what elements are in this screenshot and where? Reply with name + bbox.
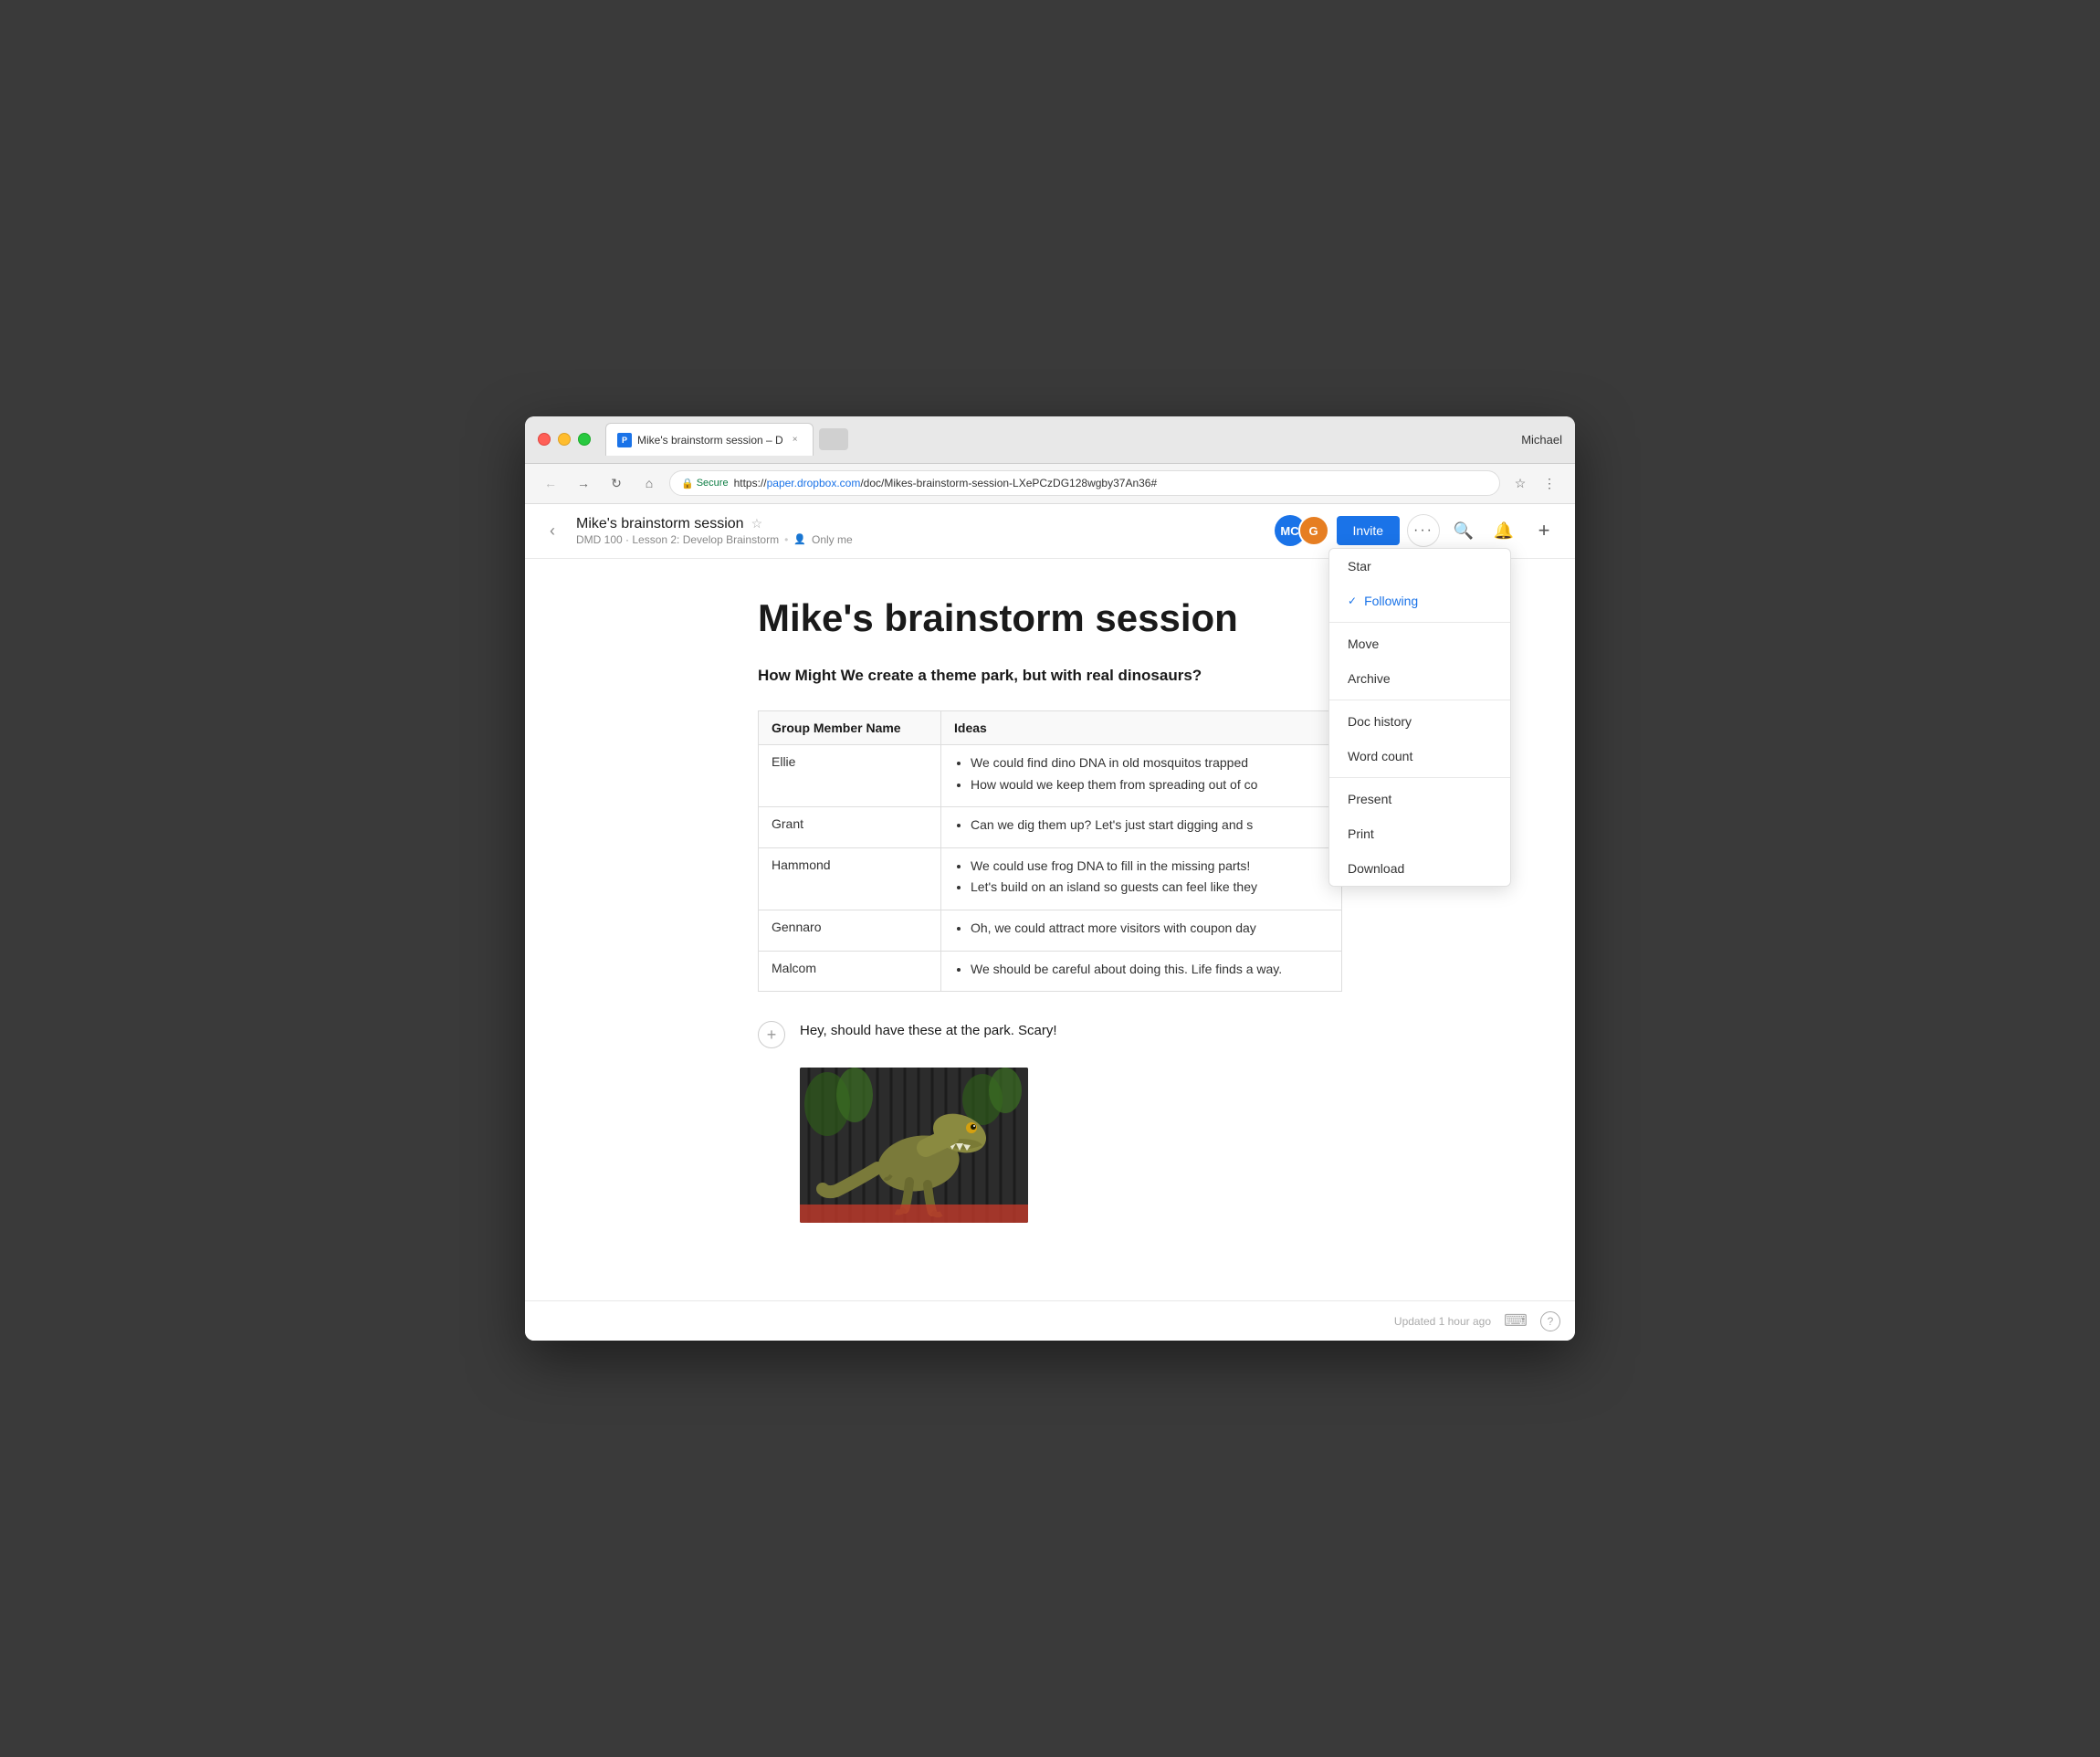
close-button[interactable] (538, 433, 551, 446)
help-icon[interactable]: ? (1540, 1311, 1560, 1331)
bookmark-button[interactable]: ☆ (1507, 470, 1533, 496)
updated-text: Updated 1 hour ago (1394, 1315, 1491, 1328)
nav-actions: ☆ ⋮ (1507, 470, 1562, 496)
visibility-icon: 👤 (793, 533, 806, 545)
col-header-ideas: Ideas (941, 711, 1342, 745)
menu-item-move[interactable]: Move (1329, 626, 1510, 661)
address-bar[interactable]: 🔒 Secure https://paper.dropbox.com/doc/M… (669, 470, 1500, 496)
menu-item-star[interactable]: Star (1329, 549, 1510, 584)
menu-item-present[interactable]: Present (1329, 782, 1510, 816)
menu-item-move-label: Move (1348, 637, 1379, 651)
doc-subtitle: DMD 100 · Lesson 2: Develop Brainstorm •… (576, 533, 853, 546)
ideas-ellie: We could find dino DNA in old mosquitos … (941, 745, 1342, 807)
content-inner: Mike's brainstorm session How Might We c… (703, 559, 1397, 1301)
refresh-button[interactable]: ↻ (604, 470, 629, 496)
menu-button[interactable]: ⋮ (1537, 470, 1562, 496)
app-header: ‹ Mike's brainstorm session ☆ DMD 100 · … (525, 504, 1575, 559)
menu-item-doc-history[interactable]: Doc history (1329, 704, 1510, 739)
member-name-malcom: Malcom (759, 951, 941, 992)
back-button[interactable]: ← (538, 470, 563, 496)
menu-divider-3 (1329, 777, 1510, 778)
lock-icon: 🔒 (681, 478, 694, 489)
ideas-gennaro: Oh, we could attract more visitors with … (941, 910, 1342, 952)
menu-item-print-label: Print (1348, 826, 1374, 841)
menu-item-word-count-label: Word count (1348, 749, 1412, 763)
new-tab-button[interactable] (819, 428, 848, 450)
doc-title-row: Mike's brainstorm session ☆ (576, 516, 853, 532)
section-question: How Might We create a theme park, but wi… (758, 667, 1342, 685)
document-title: Mike's brainstorm session (758, 595, 1342, 641)
header-actions: MC G Invite ··· 🔍 🔔 + (1275, 514, 1560, 547)
menu-item-following-label: Following (1364, 594, 1418, 608)
breadcrumb: DMD 100 · Lesson 2: Develop Brainstorm (576, 533, 779, 546)
table-row: Grant Can we dig them up? Let's just sta… (759, 807, 1342, 848)
visibility-label: Only me (812, 533, 853, 546)
table-row: Gennaro Oh, we could attract more visito… (759, 910, 1342, 952)
dino-image (800, 1068, 1028, 1223)
menu-item-present-label: Present (1348, 792, 1391, 806)
table-row: Hammond We could use frog DNA to fill in… (759, 847, 1342, 910)
forward-button[interactable]: → (571, 470, 596, 496)
nav-back-button[interactable]: ‹ (540, 518, 565, 543)
avatars-group: MC G (1275, 515, 1329, 546)
maximize-button[interactable] (578, 433, 591, 446)
member-name-ellie: Ellie (759, 745, 941, 807)
avatar-g[interactable]: G (1298, 515, 1329, 546)
keyboard-icon[interactable]: ⌨ (1504, 1311, 1528, 1331)
after-table-section: + Hey, should have these at the park. Sc… (758, 1017, 1342, 1053)
doc-title: Mike's brainstorm session (576, 516, 744, 532)
invite-button[interactable]: Invite (1337, 516, 1400, 545)
tab-favicon: P (617, 433, 632, 447)
menu-item-archive[interactable]: Archive (1329, 661, 1510, 696)
add-button[interactable]: + (1528, 514, 1560, 547)
ideas-hammond: We could use frog DNA to fill in the mis… (941, 847, 1342, 910)
ideas-table: Group Member Name Ideas Ellie We could f… (758, 710, 1342, 992)
nav-bar: ← → ↻ ⌂ 🔒 Secure https://paper.dropbox.c… (525, 464, 1575, 504)
tab-title: Mike's brainstorm session – D (637, 434, 783, 447)
menu-item-star-label: Star (1348, 559, 1371, 573)
menu-divider-1 (1329, 622, 1510, 623)
title-bar: P Mike's brainstorm session – D × Michae… (525, 416, 1575, 464)
col-header-name: Group Member Name (759, 711, 941, 745)
browser-window: P Mike's brainstorm session – D × Michae… (525, 416, 1575, 1341)
dino-image-container (800, 1068, 1342, 1227)
notifications-button[interactable]: 🔔 (1487, 514, 1520, 547)
menu-item-archive-label: Archive (1348, 671, 1391, 686)
search-button[interactable]: 🔍 (1447, 514, 1480, 547)
table-header: Group Member Name Ideas (759, 711, 1342, 745)
menu-item-download-label: Download (1348, 861, 1404, 876)
member-name-hammond: Hammond (759, 847, 941, 910)
status-bar: Updated 1 hour ago ⌨ ? (525, 1300, 1575, 1341)
user-name: Michael (1521, 433, 1562, 447)
star-icon[interactable]: ☆ (751, 516, 763, 531)
menu-item-print[interactable]: Print (1329, 816, 1510, 851)
table-header-row: Group Member Name Ideas (759, 711, 1342, 745)
home-button[interactable]: ⌂ (636, 470, 662, 496)
check-icon: ✓ (1348, 594, 1357, 607)
tab-close-button[interactable]: × (789, 434, 802, 447)
table-row: Ellie We could find dino DNA in old mosq… (759, 745, 1342, 807)
more-options-button[interactable]: ··· (1407, 514, 1440, 547)
minimize-button[interactable] (558, 433, 571, 446)
menu-item-word-count[interactable]: Word count (1329, 739, 1510, 773)
after-table-text: Hey, should have these at the park. Scar… (800, 1017, 1057, 1038)
secure-badge: 🔒 Secure (681, 478, 729, 489)
table-row: Malcom We should be careful about doing … (759, 951, 1342, 992)
ideas-grant: Can we dig them up? Let's just start dig… (941, 807, 1342, 848)
secure-label: Secure (697, 478, 729, 489)
traffic-lights (538, 433, 591, 446)
member-name-gennaro: Gennaro (759, 910, 941, 952)
url-text: https://paper.dropbox.com/doc/Mikes-brai… (734, 477, 1158, 489)
doc-info: Mike's brainstorm session ☆ DMD 100 · Le… (576, 516, 853, 546)
ideas-malcom: We should be careful about doing this. L… (941, 951, 1342, 992)
tab-area: P Mike's brainstorm session – D × (605, 423, 1562, 456)
active-tab[interactable]: P Mike's brainstorm session – D × (605, 423, 814, 456)
menu-item-doc-history-label: Doc history (1348, 714, 1412, 729)
table-body: Ellie We could find dino DNA in old mosq… (759, 745, 1342, 992)
member-name-grant: Grant (759, 807, 941, 848)
dropdown-menu: Star ✓ Following Move Archive Doc histor… (1328, 548, 1511, 887)
add-block-button[interactable]: + (758, 1021, 785, 1048)
menu-item-download[interactable]: Download (1329, 851, 1510, 886)
menu-item-following[interactable]: ✓ Following (1329, 584, 1510, 618)
